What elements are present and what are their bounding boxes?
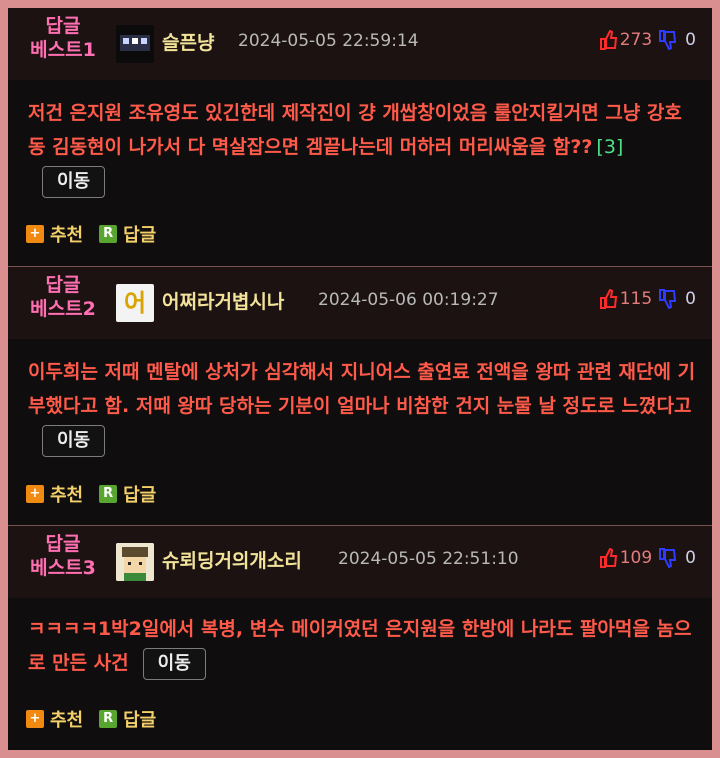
up-count: 115 [619,289,653,309]
comment-header: 답글 베스트2 어 어쩌라거볍시나 2024-05-06 00:19:27 11… [8,267,712,339]
up-count: 109 [619,548,653,568]
thumbs-up-icon[interactable] [599,288,617,309]
best-comment-2: 답글 베스트2 어 어쩌라거볍시나 2024-05-06 00:19:27 11… [8,266,712,526]
comment-list: 답글 베스트1 슬픈냥 2024-05-05 22:59:14 273 0 저건… [8,8,712,750]
avatar[interactable] [116,25,154,63]
reply-icon: R [99,485,118,503]
move-button[interactable]: 이동 [142,647,206,680]
comment-body: ㅋㅋㅋㅋ1박2일에서 복병, 변수 메이커였던 은지원을 한방에 나라도 팔아먹… [28,612,698,680]
plus-icon: + [26,225,44,243]
comment-header: 답글 베스트3 슈뢰딩거의개소리 2024-05-05 22:51:10 109… [8,526,712,598]
nickname[interactable]: 슬픈냥 [162,28,214,55]
comment-body: 저건 은지원 조유영도 있긴한데 제작진이 걍 개쌉창이었음 룰안지킬거면 그냥… [28,96,698,198]
thumbs-down-icon[interactable] [659,289,677,310]
best-badge: 답글 베스트2 [30,274,96,320]
reply-icon: R [99,710,118,728]
best-badge: 답글 베스트3 [30,533,96,579]
down-count: 0 [685,30,696,50]
best-badge: 답글 베스트1 [30,15,96,61]
recommend-button[interactable]: + 추천 [26,706,83,732]
vote-counts: 115 0 [599,287,696,311]
up-count: 273 [619,30,653,50]
reply-count[interactable]: [3] [596,136,623,158]
recommend-button[interactable]: + 추천 [26,221,83,247]
avatar[interactable]: 어 [116,284,154,322]
nickname[interactable]: 슈뢰딩거의개소리 [162,546,302,573]
comment-actions: + 추천 R 답글 [26,221,156,247]
timestamp: 2024-05-05 22:51:10 [338,549,519,569]
thumbs-down-icon[interactable] [659,30,677,51]
best-comment-1: 답글 베스트1 슬픈냥 2024-05-05 22:59:14 273 0 저건… [8,8,712,266]
thumbs-up-icon[interactable] [599,547,617,568]
thumbs-down-icon[interactable] [659,548,677,569]
timestamp: 2024-05-05 22:59:14 [238,31,419,51]
comment-header: 답글 베스트1 슬픈냥 2024-05-05 22:59:14 273 0 [8,8,712,80]
plus-icon: + [26,485,44,503]
comment-body: 이두희는 저때 멘탈에 상처가 심각해서 지니어스 출연료 전액을 왕따 관련 … [28,355,698,457]
vote-counts: 109 0 [599,546,696,570]
recommend-button[interactable]: + 추천 [26,481,83,507]
avatar[interactable] [116,543,154,581]
down-count: 0 [685,289,696,309]
timestamp: 2024-05-06 00:19:27 [318,290,499,310]
vote-counts: 273 0 [599,28,696,52]
comment-actions: + 추천 R 답글 [26,706,156,732]
best-comment-3: 답글 베스트3 슈뢰딩거의개소리 2024-05-05 22:51:10 109… [8,525,712,750]
reply-button[interactable]: R 답글 [99,481,156,507]
reply-icon: R [99,225,118,243]
nickname[interactable]: 어쩌라거볍시나 [162,287,284,314]
plus-icon: + [26,710,44,728]
down-count: 0 [685,548,696,568]
move-button[interactable]: 이동 [42,165,106,198]
thumbs-up-icon[interactable] [599,29,617,50]
comment-actions: + 추천 R 답글 [26,481,156,507]
move-button[interactable]: 이동 [42,424,106,457]
reply-button[interactable]: R 답글 [99,706,156,732]
reply-button[interactable]: R 답글 [99,221,156,247]
